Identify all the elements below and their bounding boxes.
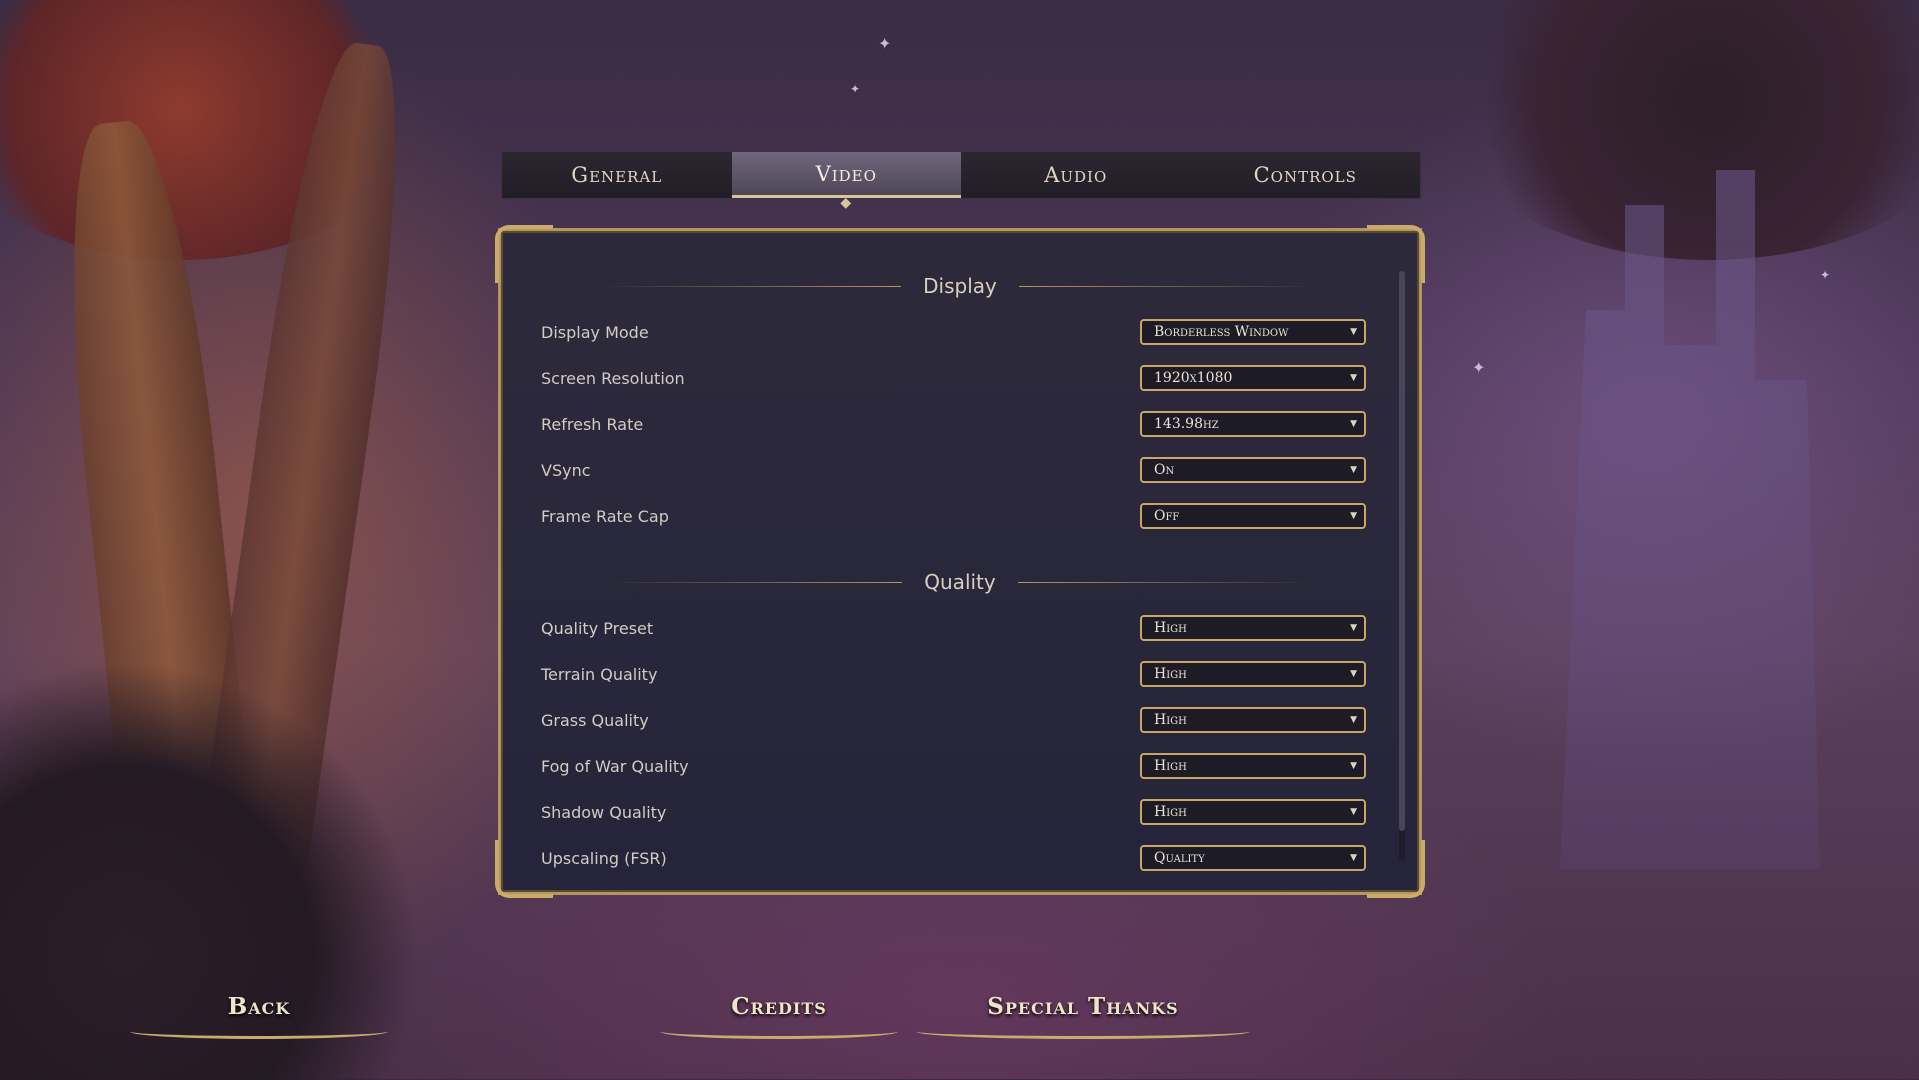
frame-rate-cap-dropdown[interactable]: Off ▼ [1140,503,1366,529]
divider [601,285,902,287]
castle-silhouette [1560,170,1820,870]
dropdown-arrow-icon: ▼ [1350,715,1357,725]
video-settings-panel: Display Display Mode Borderless Window ▼ … [495,225,1425,898]
scrollbar[interactable] [1399,271,1405,861]
special-thanks-button[interactable]: Special Thanks [916,993,1250,1053]
star-icon: ✦ [878,34,892,53]
setting-label: Frame Rate Cap [541,506,669,526]
setting-label: Display Mode [541,322,649,342]
grass-quality-dropdown[interactable]: High ▼ [1140,707,1366,733]
ornament-corner [1367,840,1425,898]
credits-button[interactable]: Credits [660,993,898,1053]
setting-row-refresh-rate: Refresh Rate 143.98hz ▼ [541,409,1366,439]
setting-label: Fog of War Quality [541,756,689,776]
setting-row-fog-of-war-quality: Fog of War Quality High ▼ [541,751,1366,781]
flourish-ornament [916,1024,1250,1039]
dropdown-value: 1920x1080 [1154,370,1233,386]
scrollbar-thumb[interactable] [1399,271,1405,831]
dropdown-arrow-icon: ▼ [1350,327,1357,337]
setting-row-shadow-quality: Shadow Quality High ▼ [541,797,1366,827]
section-title: Quality [924,570,996,594]
dropdown-arrow-icon: ▼ [1350,853,1357,863]
setting-row-screen-resolution: Screen Resolution 1920x1080 ▼ [541,363,1366,393]
screen-resolution-dropdown[interactable]: 1920x1080 ▼ [1140,365,1366,391]
tab-label: Video [815,161,877,186]
flourish-ornament [130,1024,388,1039]
setting-label: Terrain Quality [541,664,658,684]
setting-label: VSync [541,460,591,480]
dropdown-arrow-icon: ▼ [1350,511,1357,521]
setting-label: Quality Preset [541,618,654,638]
dropdown-arrow-icon: ▼ [1350,419,1357,429]
vsync-dropdown[interactable]: On ▼ [1140,457,1366,483]
flourish-ornament [660,1024,898,1039]
dropdown-value: High [1154,666,1187,682]
terrain-quality-dropdown[interactable]: High ▼ [1140,661,1366,687]
dropdown-arrow-icon: ▼ [1350,669,1357,679]
setting-label: Shadow Quality [541,802,667,822]
button-label: Special Thanks [987,993,1179,1020]
active-tab-indicator-icon: ◆ [840,195,853,211]
fog-of-war-quality-dropdown[interactable]: High ▼ [1140,753,1366,779]
tab-controls[interactable]: Controls [1191,152,1421,198]
shadow-quality-dropdown[interactable]: High ▼ [1140,799,1366,825]
divider [1018,285,1319,287]
setting-row-terrain-quality: Terrain Quality High ▼ [541,659,1366,689]
tab-audio[interactable]: Audio [961,152,1191,198]
dropdown-arrow-icon: ▼ [1350,807,1357,817]
section-header-quality: Quality [501,567,1419,597]
section-header-display: Display [501,271,1419,301]
dropdown-value: High [1154,758,1187,774]
setting-label: Refresh Rate [541,414,644,434]
dropdown-arrow-icon: ▼ [1350,373,1357,383]
divider [1017,581,1318,583]
tab-general[interactable]: General [502,152,732,198]
back-button[interactable]: Back [130,993,388,1053]
tab-label: Audio [1044,163,1108,187]
dropdown-value: Off [1154,508,1180,524]
tab-label: General [571,163,663,187]
dropdown-arrow-icon: ▼ [1350,623,1357,633]
settings-tab-bar: General Video ◆ Audio Controls [501,151,1421,211]
section-title: Display [923,274,997,298]
dropdown-value: High [1154,712,1187,728]
star-icon: ✦ [850,82,861,96]
dropdown-value: High [1154,620,1187,636]
setting-row-grass-quality: Grass Quality High ▼ [541,705,1366,735]
quality-preset-dropdown[interactable]: High ▼ [1140,615,1366,641]
setting-label: Screen Resolution [541,368,685,388]
divider [602,581,903,583]
setting-label: Upscaling (FSR) [541,848,667,868]
dropdown-value: High [1154,804,1187,820]
dropdown-value: On [1154,462,1175,478]
dark-foliage [1440,0,1919,260]
dropdown-value: 143.98hz [1154,416,1219,432]
refresh-rate-dropdown[interactable]: 143.98hz ▼ [1140,411,1366,437]
display-mode-dropdown[interactable]: Borderless Window ▼ [1140,319,1366,345]
star-icon: ✦ [1820,268,1831,282]
setting-row-quality-preset: Quality Preset High ▼ [541,613,1366,643]
tab-video[interactable]: Video ◆ [731,152,961,211]
setting-row-display-mode: Display Mode Borderless Window ▼ [541,317,1366,347]
button-label: Back [227,993,291,1020]
dropdown-value: Quality [1154,850,1205,866]
setting-row-vsync: VSync On ▼ [541,455,1366,485]
upscaling-fsr-dropdown[interactable]: Quality ▼ [1140,845,1366,871]
tab-label: Controls [1253,163,1357,187]
button-label: Credits [731,993,827,1020]
dropdown-arrow-icon: ▼ [1350,465,1357,475]
setting-row-upscaling-fsr: Upscaling (FSR) Quality ▼ [541,843,1366,873]
star-icon: ✦ [1472,358,1486,377]
setting-row-frame-rate-cap: Frame Rate Cap Off ▼ [541,501,1366,531]
dropdown-arrow-icon: ▼ [1350,761,1357,771]
setting-label: Grass Quality [541,710,649,730]
dropdown-value: Borderless Window [1154,324,1289,340]
